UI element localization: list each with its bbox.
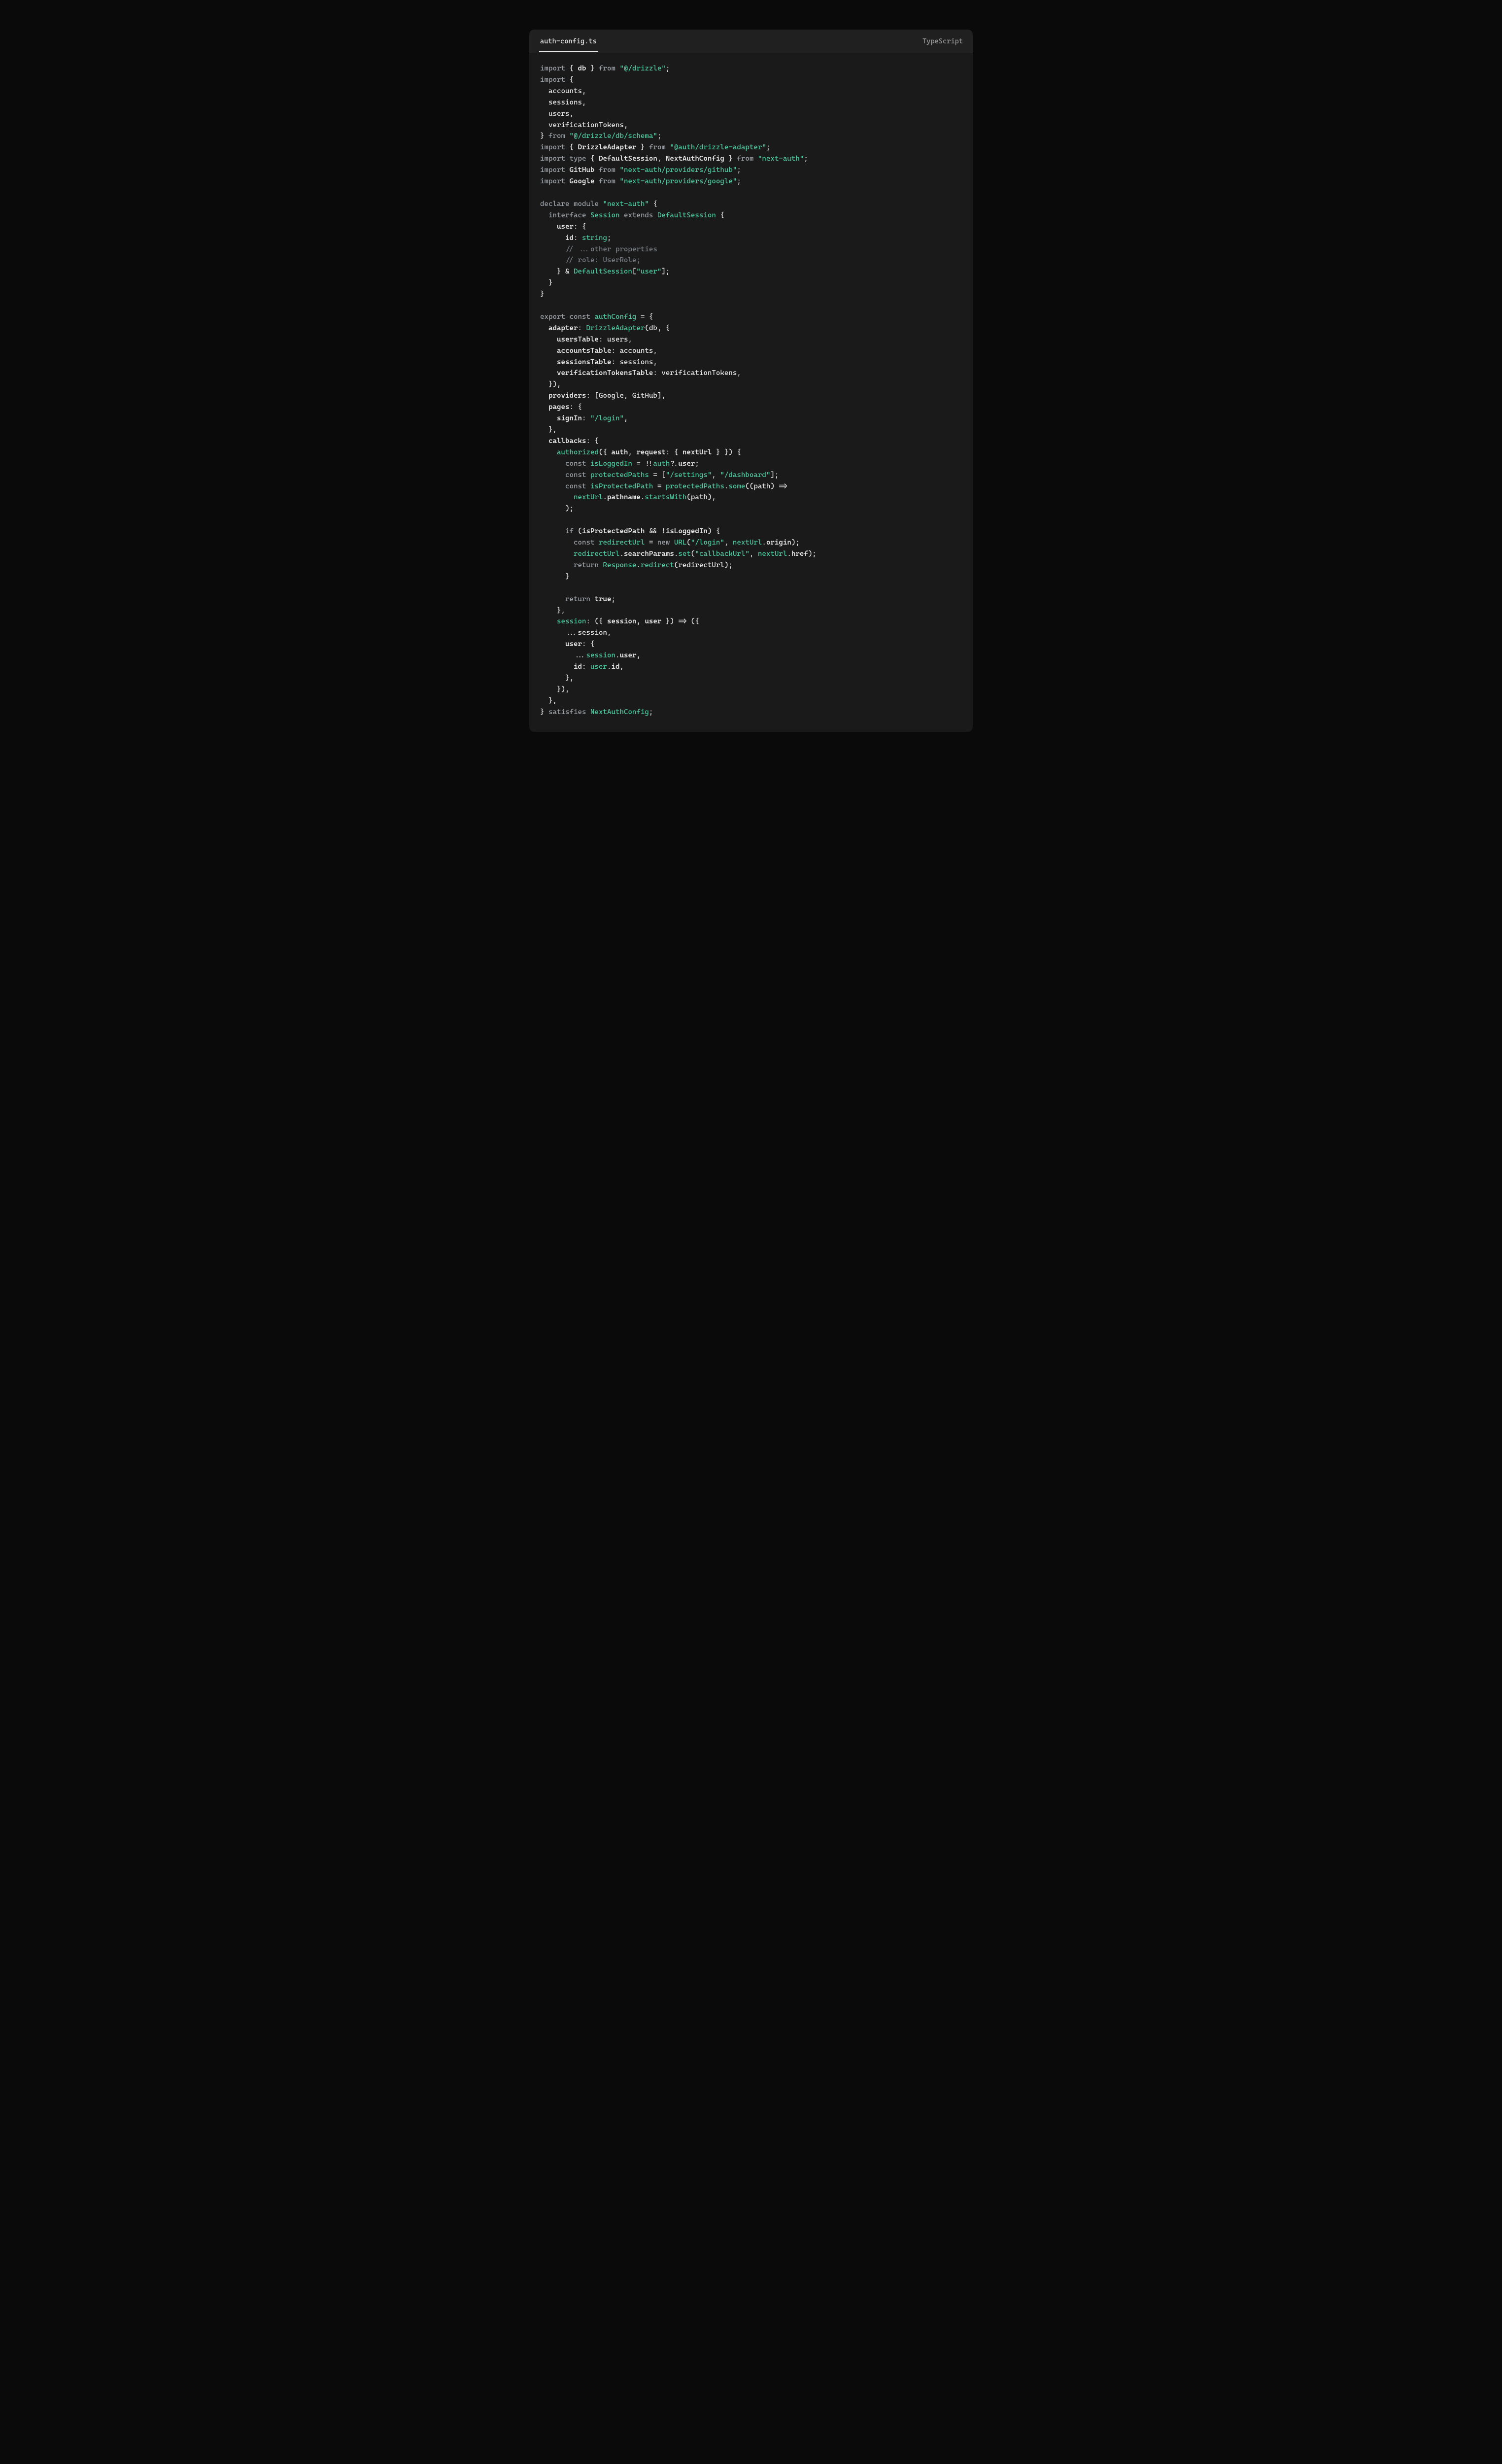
tab-bar: auth-config.ts TypeScript	[529, 30, 973, 53]
code-panel: auth-config.ts TypeScript import { db } …	[529, 30, 973, 732]
file-tab-label: auth-config.ts	[540, 37, 597, 45]
file-tab[interactable]: auth-config.ts	[539, 31, 598, 52]
code-block[interactable]: import { db } from "@/drizzle"; import {…	[529, 53, 973, 732]
language-label: TypeScript	[922, 37, 963, 45]
language-badge: TypeScript	[922, 37, 963, 45]
